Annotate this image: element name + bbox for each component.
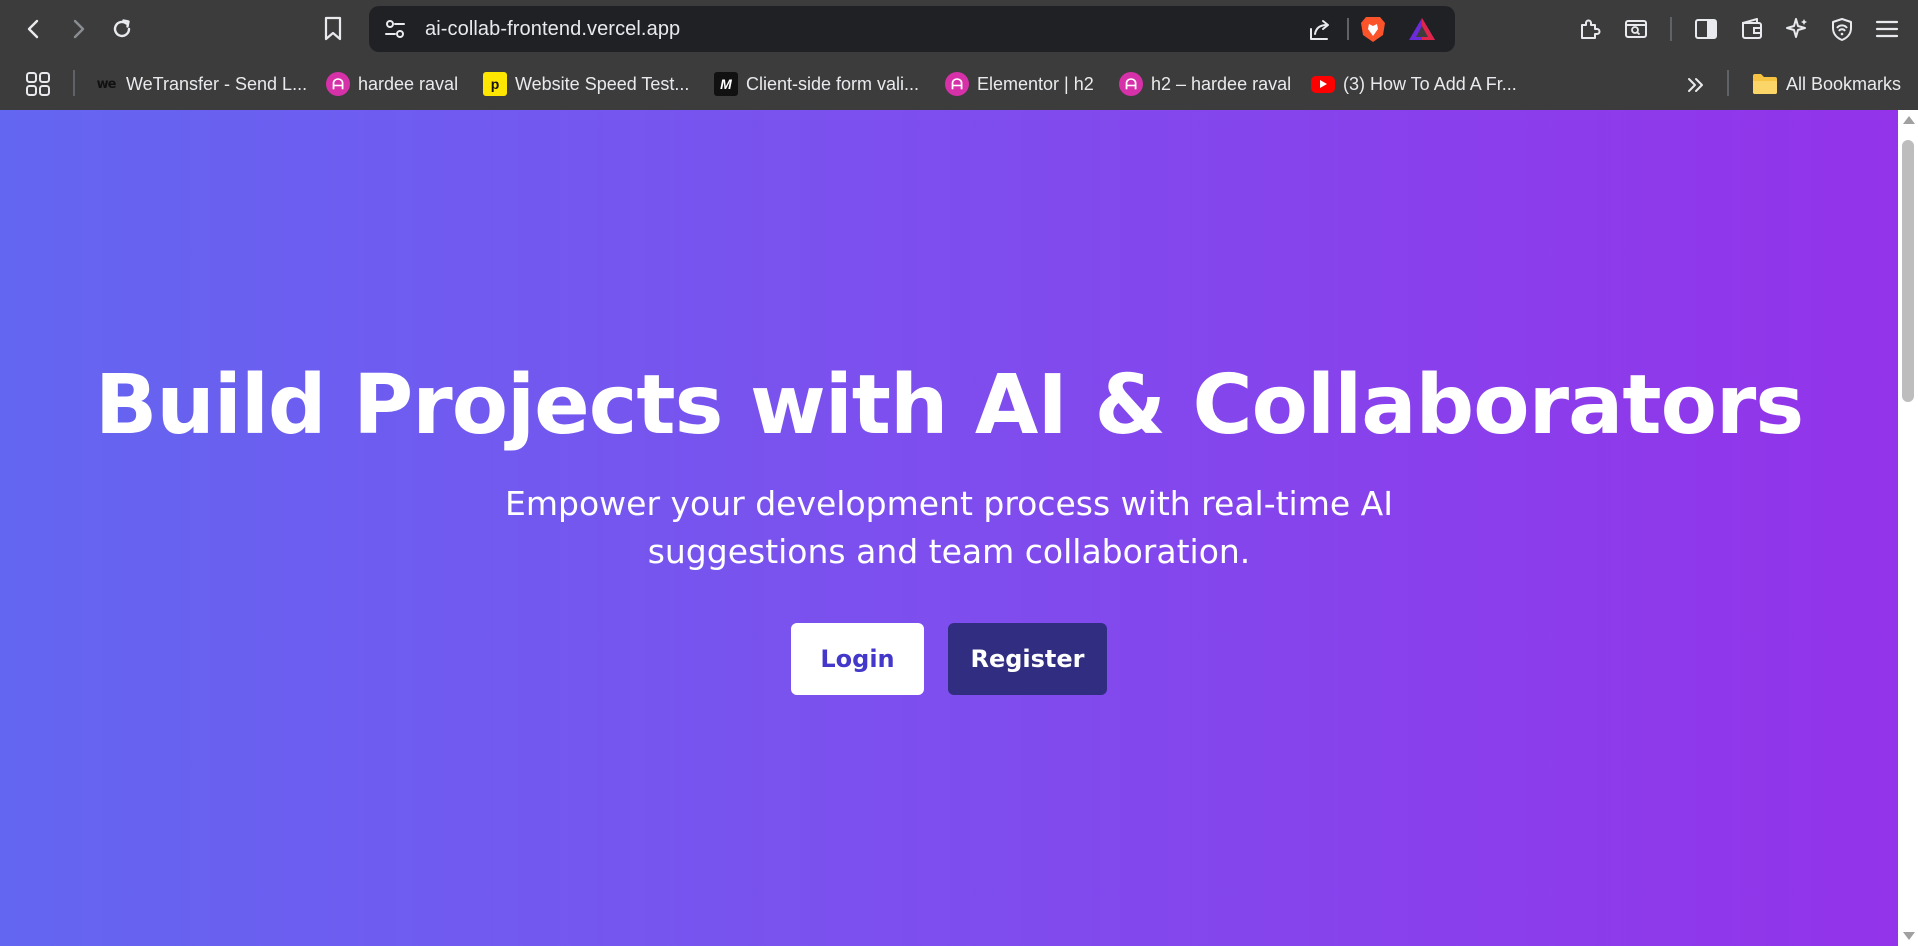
scrollbar-thumb[interactable] [1902,140,1914,402]
bookmark-elementor-h2[interactable]: ᗩ Elementor | h2 [945,68,1094,100]
youtube-icon [1311,75,1335,93]
site-settings-icon[interactable] [383,17,407,41]
forward-button[interactable] [62,13,94,45]
puzzle-icon [1581,19,1601,39]
hardee-icon: ᗩ [1119,72,1143,96]
register-button[interactable]: Register [948,623,1107,695]
vertical-scrollbar[interactable] [1898,110,1918,946]
search-tab-button[interactable] [1620,13,1652,45]
url-text[interactable]: ai-collab-frontend.vercel.app [425,18,680,41]
bookmark-label: Elementor | h2 [977,73,1094,94]
all-bookmarks-label: All Bookmarks [1786,73,1902,94]
wetransfer-icon: we [96,76,117,92]
back-button[interactable] [18,13,50,45]
leo-ai-button[interactable] [1781,13,1813,45]
reload-button[interactable] [106,13,138,45]
bookmark-page-button[interactable] [318,14,348,44]
folder-icon [1753,74,1777,94]
hardee-icon: ᗩ [945,72,969,96]
more-bookmarks-chevron-icon[interactable] [1683,72,1709,98]
share-icon[interactable] [1307,17,1333,43]
bookmarks-divider [1727,70,1729,96]
back-arrow-icon [27,19,39,39]
browser-toolbar: ai-collab-frontend.vercel.app [0,0,1918,58]
tab-search-icon [1625,20,1647,38]
hero-section: Build Projects with AI & Collaborators E… [0,110,1898,946]
bookmark-icon [324,16,342,41]
brave-shields-icon[interactable] [1359,14,1387,44]
bookmark-hardee-raval[interactable]: ᗩ hardee raval [326,68,458,100]
brave-rewards-icon[interactable] [1407,16,1437,42]
sidebar-button[interactable] [1690,13,1722,45]
login-button[interactable]: Login [791,623,924,695]
sparkle-icon [1786,18,1807,38]
forward-arrow-icon [73,19,85,39]
bookmarks-bar: we WeTransfer - Send L... ᗩ hardee raval… [0,58,1918,110]
scroll-up-arrow-icon[interactable] [1903,116,1915,124]
bookmark-label: (3) How To Add A Fr... [1343,73,1517,94]
bookmark-label: hardee raval [358,73,459,94]
wallet-icon [1742,18,1762,39]
bookmark-wetransfer[interactable]: we WeTransfer - Send L... [94,68,308,100]
vpn-shield-icon [1832,18,1852,41]
wallet-button[interactable] [1736,13,1768,45]
hero-title: Build Projects with AI & Collaborators [94,358,1804,453]
bookmarks-divider [73,70,75,96]
bookmark-client-side-form[interactable]: M Client-side form vali... [714,68,919,100]
hamburger-menu-icon [1875,20,1899,38]
toolbar-divider [1670,17,1672,41]
hardee-icon: ᗩ [326,72,350,96]
bookmark-label: WeTransfer - Send L... [126,73,308,94]
bookmark-label: Website Speed Test... [515,73,690,94]
address-bar[interactable]: ai-collab-frontend.vercel.app [369,6,1455,52]
address-divider [1347,18,1349,40]
apps-grid-icon[interactable] [24,70,52,98]
bookmark-youtube-video[interactable]: (3) How To Add A Fr... [1311,68,1517,100]
all-bookmarks-folder[interactable]: All Bookmarks [1752,68,1901,100]
main-menu-button[interactable] [1871,13,1903,45]
vpn-button[interactable] [1826,13,1858,45]
scroll-down-arrow-icon[interactable] [1903,932,1915,940]
sidebar-icon [1695,19,1717,39]
pingdom-icon: p [483,72,507,96]
extensions-button[interactable] [1574,13,1606,45]
mdn-icon: M [714,72,738,96]
bookmark-website-speed-test[interactable]: p Website Speed Test... [483,68,689,100]
bookmark-label: h2 – hardee raval [1151,73,1292,94]
bookmark-label: Client-side form vali... [746,73,920,94]
reload-icon [113,19,131,38]
page-viewport: Build Projects with AI & Collaborators E… [0,110,1898,946]
bookmark-h2-hardee-raval[interactable]: ᗩ h2 – hardee raval [1119,68,1291,100]
hero-subtitle: Empower your development process with re… [505,484,1393,571]
